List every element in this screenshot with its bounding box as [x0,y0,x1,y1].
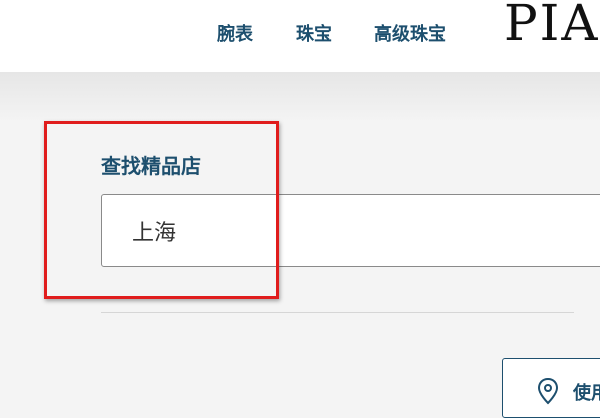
top-navigation-bar: 腕表 珠宝 高级珠宝 PIA [0,0,600,72]
nav-link-jewelry[interactable]: 珠宝 [296,20,332,46]
nav-link-high-jewelry[interactable]: 高级珠宝 [374,20,446,46]
nav-link-watches[interactable]: 腕表 [217,20,253,46]
header-shadow [0,72,600,122]
section-divider [101,312,574,313]
store-search-input[interactable] [132,195,600,266]
store-finder-title: 查找精品店 [101,154,201,178]
use-my-location-label: 使用 [573,383,600,404]
store-search-box[interactable] [101,194,600,267]
use-my-location-button[interactable]: 使用 [502,358,600,418]
brand-logo[interactable]: PIA [504,0,600,52]
location-pin-icon [537,377,559,405]
